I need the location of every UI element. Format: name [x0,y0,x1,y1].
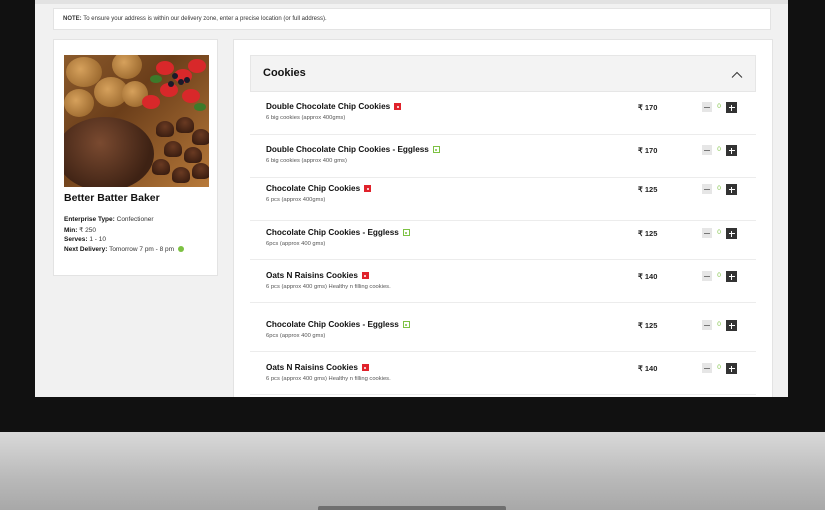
nonveg-icon [364,185,372,192]
minus-button[interactable] [702,271,712,281]
menu-item: Chocolate Chip Cookies 6 pcs (approx 400… [250,178,756,221]
note-text: To ensure your address is within our del… [83,16,327,22]
item-description: 6 big cookies (approx 400gms) [266,115,346,121]
item-description: 6 pcs (approx 400gms) [266,197,326,203]
item-price: ₹ 125 [638,185,658,194]
delivery-status-icon [177,246,184,252]
quantity-stepper: 0 [702,102,742,114]
quantity-stepper: 0 [702,228,742,240]
item-name: Double Chocolate Chip Cookies - Eggless [266,145,440,154]
quantity-value: 0 [717,146,721,153]
minus-button[interactable] [702,102,712,112]
quantity-stepper: 0 [702,184,742,196]
menu-item: Oats N Raisins Cookies 6 pcs (approx 400… [250,352,756,395]
nonveg-icon [394,103,402,110]
veg-icon [432,146,440,153]
baker-photo [64,55,209,187]
serves: Serves: 1 - 10 [64,236,106,243]
chevron-up-icon[interactable] [731,69,743,81]
nonveg-icon [361,272,369,279]
minus-button[interactable] [702,228,712,238]
item-name: Oats N Raisins Cookies [266,363,369,372]
delivery-note: NOTE: To ensure your address is within o… [53,8,771,30]
menu-item: Chocolate Chip Cookies - Eggless 6pcs (a… [250,309,756,352]
item-description: 6 big cookies (approx 400 gms) [266,158,347,164]
veg-icon [402,321,410,328]
next-delivery: Next Delivery: Tomorrow 7 pm - 8 pm [64,246,184,253]
quantity-value: 0 [717,185,721,192]
baker-name: Better Batter Baker [64,192,160,204]
item-name: Chocolate Chip Cookies - Eggless [266,320,410,329]
monitor-stand [318,506,506,510]
menu-item: Oats N Raisins Cookies 6 pcs (approx 400… [250,260,756,303]
quantity-value: 0 [717,364,721,371]
quantity-value: 0 [717,103,721,110]
menu-item: Double Chocolate Chip Cookies 6 big cook… [250,92,756,135]
monitor-chin [0,432,825,510]
section-title: Cookies [263,67,306,79]
minus-button[interactable] [702,184,712,194]
minus-button[interactable] [702,363,712,373]
minimum-order: Min: ₹ 250 [64,227,96,234]
menu-item: Chocolate Chip Cookies - Eggless 6pcs (a… [250,217,756,260]
item-price: ₹ 125 [638,321,658,330]
item-name: Double Chocolate Chip Cookies [266,102,402,111]
item-name: Chocolate Chip Cookies [266,184,372,193]
quantity-stepper: 0 [702,363,742,375]
item-price: ₹ 170 [638,103,658,112]
nonveg-icon [361,364,369,371]
item-description: 6 pcs (approx 400 gms) Healthy n filling… [266,284,391,290]
item-price: ₹ 170 [638,146,658,155]
plus-button[interactable] [726,363,737,374]
quantity-stepper: 0 [702,145,742,157]
quantity-value: 0 [717,321,721,328]
minus-button[interactable] [702,145,712,155]
item-description: 6pcs (approx 400 gms) [266,333,326,339]
plus-button[interactable] [726,145,737,156]
plus-button[interactable] [726,320,737,331]
item-name: Chocolate Chip Cookies - Eggless [266,228,410,237]
menu-panel: Cookies Double Chocolate Chip Cookies 6 … [233,39,773,397]
screen: NOTE: To ensure your address is within o… [35,0,788,397]
plus-button[interactable] [726,228,737,239]
plus-button[interactable] [726,271,737,282]
veg-icon [402,229,410,236]
baker-card[interactable]: Better Batter Baker Enterprise Type: Con… [53,39,218,276]
quantity-value: 0 [717,272,721,279]
enterprise-type: Enterprise Type: Confectioner [64,216,154,223]
quantity-value: 0 [717,229,721,236]
menu-item: Double Chocolate Chip Cookies - Eggless … [250,135,756,178]
section-header-cookies[interactable]: Cookies [250,55,756,92]
item-description: 6pcs (approx 400 gms) [266,241,326,247]
item-price: ₹ 140 [638,364,658,373]
item-name: Oats N Raisins Cookies [266,271,369,280]
plus-button[interactable] [726,102,737,113]
item-price: ₹ 125 [638,229,658,238]
minus-button[interactable] [702,320,712,330]
plus-button[interactable] [726,184,737,195]
quantity-stepper: 0 [702,320,742,332]
top-strip [35,0,788,4]
item-description: 6 pcs (approx 400 gms) Healthy n filling… [266,376,391,382]
quantity-stepper: 0 [702,271,742,283]
item-price: ₹ 140 [638,272,658,281]
note-prefix: NOTE: [63,16,82,22]
